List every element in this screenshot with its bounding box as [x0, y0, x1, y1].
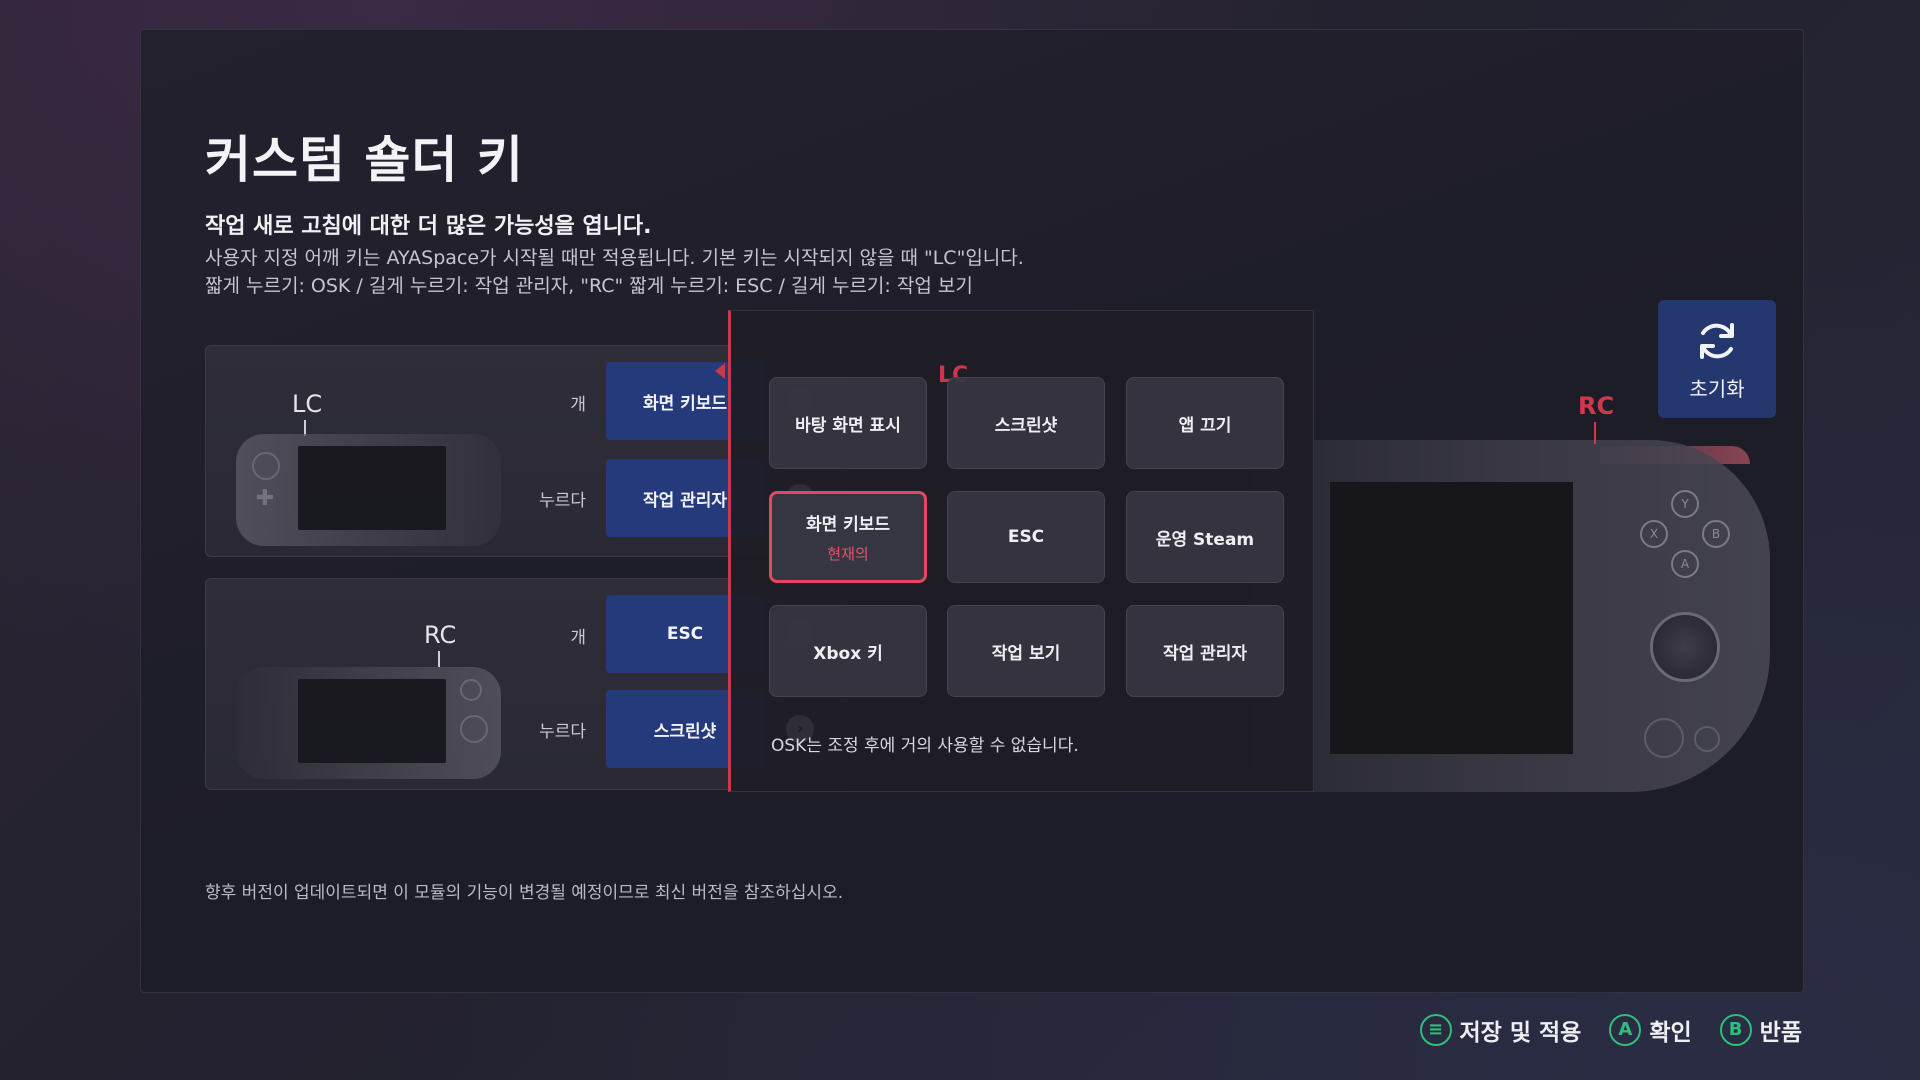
hint-label: 반품 — [1759, 1020, 1802, 1046]
option-show-desktop[interactable]: 바탕 화면 표시 — [769, 377, 927, 469]
rc-long-press-label: 누르다 — [539, 722, 586, 742]
y-button-icon: Y — [1671, 490, 1699, 518]
option-xbox-key[interactable]: Xbox 키 — [769, 605, 927, 697]
selector-note: OSK는 조정 후에 거의 사용할 수 없습니다. — [771, 736, 1079, 756]
small-button-icon — [1644, 718, 1684, 758]
b-button-icon: B — [1719, 1014, 1752, 1046]
lc-long-press-label: 누르다 — [539, 491, 586, 511]
rc-illustration-label: RC — [1578, 392, 1615, 420]
hint-label: 확인 — [1649, 1020, 1692, 1046]
rc-illustration-line — [1594, 422, 1596, 444]
option-label: 바탕 화면 표시 — [795, 415, 901, 436]
reset-label: 초기화 — [1689, 376, 1745, 401]
option-label: 앱 끄기 — [1178, 415, 1232, 436]
device-screen — [298, 446, 446, 530]
option-label: 운영 Steam — [1155, 529, 1255, 550]
option-label: ESC — [1007, 527, 1045, 547]
device-screen — [298, 679, 446, 763]
x-button-icon: X — [1640, 520, 1668, 548]
a-button-icon: A — [1609, 1014, 1642, 1046]
version-footnote: 향후 버전이 업데이트되면 이 모듈의 기능이 변경될 예정이므로 최신 버전을… — [205, 883, 844, 903]
reset-button[interactable]: 초기화 — [1658, 300, 1776, 418]
right-stick-icon — [460, 715, 488, 743]
device-illustration-screen — [1330, 482, 1573, 754]
key-function-selector: LC 바탕 화면 표시 스크린샷 앱 끄기 화면 키보드 현재의 ESC 운영 … — [728, 310, 1314, 792]
option-open-steam[interactable]: 운영 Steam — [1126, 491, 1284, 583]
option-close-app[interactable]: 앱 끄기 — [1126, 377, 1284, 469]
face-buttons-icon — [460, 679, 482, 701]
selector-pointer — [715, 363, 725, 379]
rc-device-label: RC — [424, 621, 457, 649]
current-selection-tag: 현재의 — [827, 545, 869, 563]
b-button-icon: B — [1702, 520, 1730, 548]
rc-short-press-label: 개 — [570, 628, 586, 648]
a-button-icon: A — [1671, 550, 1699, 578]
lc-device-label: LC — [292, 390, 323, 418]
left-stick-icon — [252, 452, 280, 480]
right-stick-icon — [1650, 612, 1720, 682]
option-label: 작업 관리자 — [1162, 643, 1248, 664]
confirm-hint[interactable]: A 확인 — [1609, 1013, 1692, 1047]
back-hint[interactable]: B 반품 — [1719, 1013, 1802, 1047]
description-line-2: 짧게 누르기: OSK / 길게 누르기: 작업 관리자, "RC" 짧게 누르… — [205, 275, 973, 297]
small-button-icon — [1694, 726, 1720, 752]
save-apply-hint[interactable]: ≡ 저장 및 적용 — [1419, 1013, 1582, 1047]
page-title: 커스텀 숄더 키 — [205, 131, 524, 189]
option-label: Xbox 키 — [813, 643, 883, 664]
handheld-device-image — [236, 667, 501, 779]
handheld-device-image: ✚ — [236, 434, 501, 546]
option-label: 화면 키보드 — [805, 515, 891, 535]
page-subtitle: 작업 새로 고침에 대한 더 많은 가능성을 엽니다. — [205, 214, 652, 239]
option-on-screen-keyboard[interactable]: 화면 키보드 현재의 — [769, 491, 927, 583]
lc-short-press-label: 개 — [570, 395, 586, 415]
option-task-view[interactable]: 작업 보기 — [947, 605, 1105, 697]
option-label: 스크린샷 — [994, 415, 1058, 436]
hint-label: 저장 및 적용 — [1459, 1020, 1582, 1046]
rc-pointer-line — [438, 651, 440, 667]
option-screenshot[interactable]: 스크린샷 — [947, 377, 1105, 469]
option-esc[interactable]: ESC — [947, 491, 1105, 583]
option-task-manager[interactable]: 작업 관리자 — [1126, 605, 1284, 697]
menu-button-icon: ≡ — [1419, 1014, 1452, 1046]
dpad-icon: ✚ — [255, 486, 275, 511]
controller-hints: ≡ 저장 및 적용 A 확인 B 반품 — [1419, 1013, 1802, 1047]
refresh-icon — [1700, 322, 1734, 359]
description-line-1: 사용자 지정 어깨 키는 AYASpace가 시작될 때만 적용됩니다. 기본 … — [205, 247, 1024, 269]
option-label: 작업 보기 — [991, 643, 1061, 664]
page-description: 사용자 지정 어깨 키는 AYASpace가 시작될 때만 적용됩니다. 기본 … — [205, 244, 1024, 300]
